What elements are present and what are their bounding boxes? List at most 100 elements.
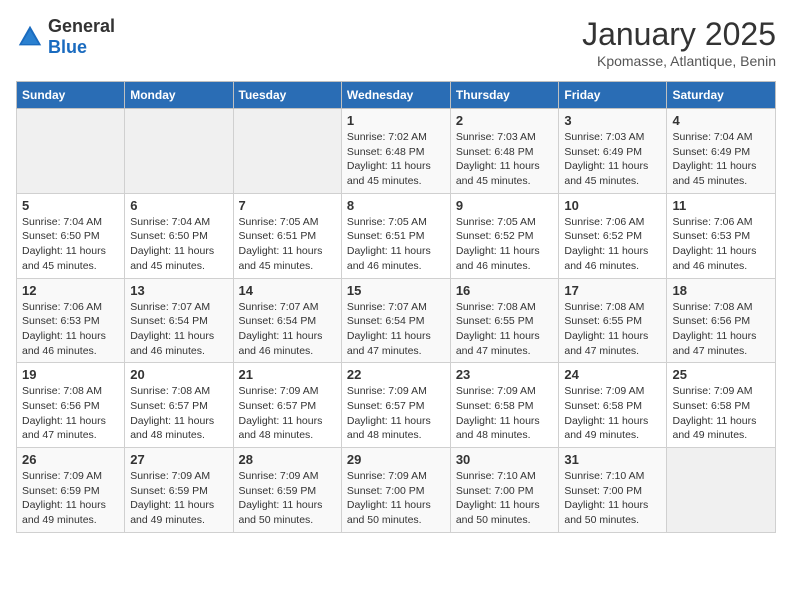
calendar-cell: 14 Sunrise: 7:07 AM Sunset: 6:54 PM Dayli…	[233, 278, 341, 363]
calendar-cell: 2 Sunrise: 7:03 AM Sunset: 6:48 PM Daylig…	[450, 109, 559, 194]
day-info: Sunrise: 7:04 AM Sunset: 6:50 PM Dayligh…	[22, 215, 119, 274]
day-number: 25	[672, 367, 770, 382]
day-number: 3	[564, 113, 661, 128]
day-number: 12	[22, 283, 119, 298]
calendar-cell: 25 Sunrise: 7:09 AM Sunset: 6:58 PM Dayli…	[667, 363, 776, 448]
day-number: 23	[456, 367, 554, 382]
logo-blue: Blue	[48, 37, 87, 57]
day-info: Sunrise: 7:07 AM Sunset: 6:54 PM Dayligh…	[130, 300, 227, 359]
day-number: 9	[456, 198, 554, 213]
day-info: Sunrise: 7:09 AM Sunset: 7:00 PM Dayligh…	[347, 469, 445, 528]
day-info: Sunrise: 7:09 AM Sunset: 6:58 PM Dayligh…	[672, 384, 770, 443]
calendar-cell: 30 Sunrise: 7:10 AM Sunset: 7:00 PM Dayli…	[450, 448, 559, 533]
calendar-week-4: 26 Sunrise: 7:09 AM Sunset: 6:59 PM Dayli…	[17, 448, 776, 533]
day-number: 29	[347, 452, 445, 467]
calendar-cell: 7 Sunrise: 7:05 AM Sunset: 6:51 PM Daylig…	[233, 193, 341, 278]
calendar-cell: 29 Sunrise: 7:09 AM Sunset: 7:00 PM Dayli…	[341, 448, 450, 533]
calendar-week-2: 12 Sunrise: 7:06 AM Sunset: 6:53 PM Dayli…	[17, 278, 776, 363]
day-number: 31	[564, 452, 661, 467]
day-number: 22	[347, 367, 445, 382]
day-number: 30	[456, 452, 554, 467]
day-info: Sunrise: 7:07 AM Sunset: 6:54 PM Dayligh…	[347, 300, 445, 359]
calendar-cell: 12 Sunrise: 7:06 AM Sunset: 6:53 PM Dayli…	[17, 278, 125, 363]
day-info: Sunrise: 7:06 AM Sunset: 6:53 PM Dayligh…	[22, 300, 119, 359]
day-info: Sunrise: 7:08 AM Sunset: 6:57 PM Dayligh…	[130, 384, 227, 443]
calendar-cell: 13 Sunrise: 7:07 AM Sunset: 6:54 PM Dayli…	[125, 278, 233, 363]
weekday-header-row: SundayMondayTuesdayWednesdayThursdayFrid…	[17, 82, 776, 109]
calendar-cell: 21Sunrise: 7:09 AM Sunset: 6:57 PM Dayli…	[233, 363, 341, 448]
day-number: 2	[456, 113, 554, 128]
day-info: Sunrise: 7:03 AM Sunset: 6:48 PM Dayligh…	[456, 130, 554, 189]
calendar-cell: 22 Sunrise: 7:09 AM Sunset: 6:57 PM Dayli…	[341, 363, 450, 448]
calendar-cell: 9Sunrise: 7:05 AM Sunset: 6:52 PM Daylig…	[450, 193, 559, 278]
day-number: 1	[347, 113, 445, 128]
day-info: Sunrise: 7:04 AM Sunset: 6:50 PM Dayligh…	[130, 215, 227, 274]
logo-general: General	[48, 16, 115, 36]
calendar-cell: 6 Sunrise: 7:04 AM Sunset: 6:50 PM Daylig…	[125, 193, 233, 278]
day-info: Sunrise: 7:10 AM Sunset: 7:00 PM Dayligh…	[456, 469, 554, 528]
day-number: 16	[456, 283, 554, 298]
calendar-cell: 4Sunrise: 7:04 AM Sunset: 6:49 PM Daylig…	[667, 109, 776, 194]
day-info: Sunrise: 7:03 AM Sunset: 6:49 PM Dayligh…	[564, 130, 661, 189]
day-number: 11	[672, 198, 770, 213]
calendar-cell: 16 Sunrise: 7:08 AM Sunset: 6:55 PM Dayli…	[450, 278, 559, 363]
location-subtitle: Kpomasse, Atlantique, Benin	[582, 53, 776, 69]
calendar-week-0: 1Sunrise: 7:02 AM Sunset: 6:48 PM Daylig…	[17, 109, 776, 194]
weekday-header-thursday: Thursday	[450, 82, 559, 109]
day-number: 6	[130, 198, 227, 213]
calendar-week-3: 19 Sunrise: 7:08 AM Sunset: 6:56 PM Dayli…	[17, 363, 776, 448]
day-number: 8	[347, 198, 445, 213]
day-number: 19	[22, 367, 119, 382]
day-info: Sunrise: 7:09 AM Sunset: 6:58 PM Dayligh…	[456, 384, 554, 443]
calendar-cell: 24 Sunrise: 7:09 AM Sunset: 6:58 PM Dayli…	[559, 363, 667, 448]
day-info: Sunrise: 7:08 AM Sunset: 6:56 PM Dayligh…	[22, 384, 119, 443]
calendar-cell: 20 Sunrise: 7:08 AM Sunset: 6:57 PM Dayli…	[125, 363, 233, 448]
day-number: 15	[347, 283, 445, 298]
calendar-cell: 31 Sunrise: 7:10 AM Sunset: 7:00 PM Dayli…	[559, 448, 667, 533]
calendar-cell: 19 Sunrise: 7:08 AM Sunset: 6:56 PM Dayli…	[17, 363, 125, 448]
day-number: 4	[672, 113, 770, 128]
calendar-cell: 3 Sunrise: 7:03 AM Sunset: 6:49 PM Daylig…	[559, 109, 667, 194]
weekday-header-tuesday: Tuesday	[233, 82, 341, 109]
calendar-table: SundayMondayTuesdayWednesdayThursdayFrid…	[16, 81, 776, 533]
calendar-cell: 17Sunrise: 7:08 AM Sunset: 6:55 PM Dayli…	[559, 278, 667, 363]
logo-icon	[16, 23, 44, 51]
day-info: Sunrise: 7:06 AM Sunset: 6:52 PM Dayligh…	[564, 215, 661, 274]
calendar-cell	[125, 109, 233, 194]
day-number: 13	[130, 283, 227, 298]
day-number: 26	[22, 452, 119, 467]
day-info: Sunrise: 7:07 AM Sunset: 6:54 PM Dayligh…	[239, 300, 336, 359]
day-number: 14	[239, 283, 336, 298]
calendar-cell	[667, 448, 776, 533]
day-info: Sunrise: 7:09 AM Sunset: 6:58 PM Dayligh…	[564, 384, 661, 443]
calendar-cell: 1Sunrise: 7:02 AM Sunset: 6:48 PM Daylig…	[341, 109, 450, 194]
day-number: 18	[672, 283, 770, 298]
day-number: 10	[564, 198, 661, 213]
page-header: General Blue January 2025 Kpomasse, Atla…	[16, 16, 776, 69]
day-number: 17	[564, 283, 661, 298]
day-info: Sunrise: 7:09 AM Sunset: 6:57 PM Dayligh…	[347, 384, 445, 443]
day-number: 7	[239, 198, 336, 213]
day-info: Sunrise: 7:05 AM Sunset: 6:51 PM Dayligh…	[347, 215, 445, 274]
day-number: 5	[22, 198, 119, 213]
month-title: January 2025	[582, 16, 776, 53]
day-number: 20	[130, 367, 227, 382]
calendar-cell: 5 Sunrise: 7:04 AM Sunset: 6:50 PM Daylig…	[17, 193, 125, 278]
calendar-cell: 28Sunrise: 7:09 AM Sunset: 6:59 PM Dayli…	[233, 448, 341, 533]
calendar-cell	[233, 109, 341, 194]
weekday-header-sunday: Sunday	[17, 82, 125, 109]
calendar-cell: 18Sunrise: 7:08 AM Sunset: 6:56 PM Dayli…	[667, 278, 776, 363]
day-info: Sunrise: 7:10 AM Sunset: 7:00 PM Dayligh…	[564, 469, 661, 528]
day-info: Sunrise: 7:05 AM Sunset: 6:51 PM Dayligh…	[239, 215, 336, 274]
calendar-cell: 8 Sunrise: 7:05 AM Sunset: 6:51 PM Daylig…	[341, 193, 450, 278]
calendar-cell: 26Sunrise: 7:09 AM Sunset: 6:59 PM Dayli…	[17, 448, 125, 533]
calendar-cell	[17, 109, 125, 194]
day-info: Sunrise: 7:09 AM Sunset: 6:59 PM Dayligh…	[130, 469, 227, 528]
weekday-header-monday: Monday	[125, 82, 233, 109]
calendar-week-1: 5 Sunrise: 7:04 AM Sunset: 6:50 PM Daylig…	[17, 193, 776, 278]
day-info: Sunrise: 7:08 AM Sunset: 6:55 PM Dayligh…	[456, 300, 554, 359]
day-info: Sunrise: 7:09 AM Sunset: 6:59 PM Dayligh…	[239, 469, 336, 528]
weekday-header-saturday: Saturday	[667, 82, 776, 109]
day-number: 24	[564, 367, 661, 382]
calendar-cell: 27Sunrise: 7:09 AM Sunset: 6:59 PM Dayli…	[125, 448, 233, 533]
